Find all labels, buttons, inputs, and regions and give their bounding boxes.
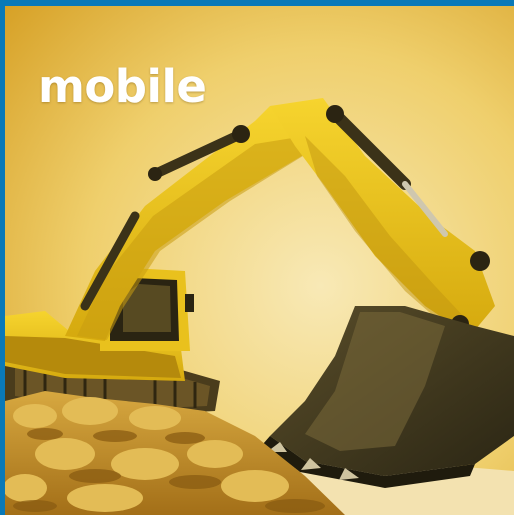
- category-caption: mobile: [38, 60, 207, 113]
- category-tile[interactable]: mobile: [5, 6, 514, 515]
